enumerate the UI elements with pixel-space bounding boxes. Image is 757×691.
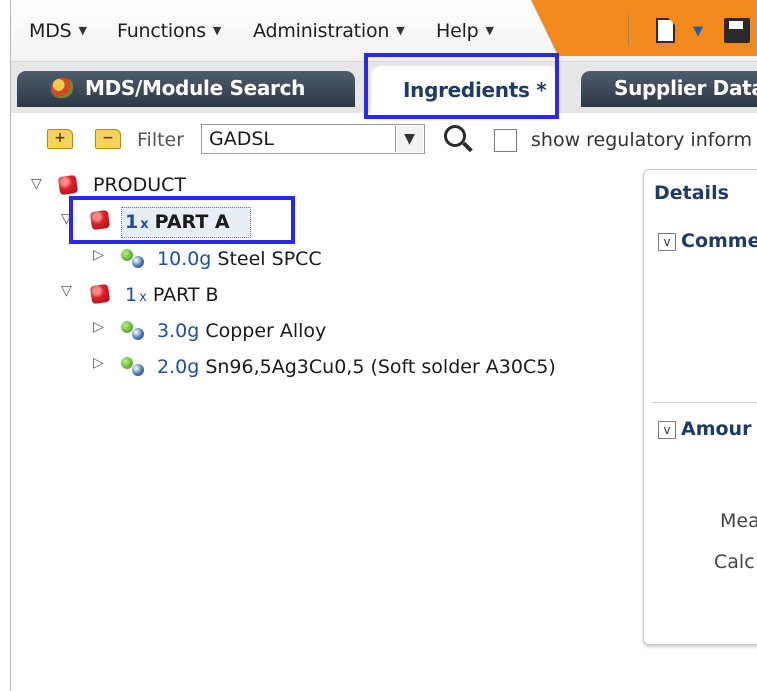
measured-weight-label: Mea xyxy=(720,510,757,532)
node-label: PART B xyxy=(152,284,219,306)
app-window: MDS ▼ Functions ▼ Administration ▼ Help ▼ ▼ … xyxy=(10,0,757,691)
expand-all-icon[interactable]: + xyxy=(47,129,73,149)
menu-administration[interactable]: Administration ▼ xyxy=(253,20,405,42)
new-dropdown-icon[interactable]: ▼ xyxy=(693,24,703,39)
section-divider xyxy=(652,402,757,403)
menu-functions[interactable]: Functions ▼ xyxy=(117,20,221,42)
chevron-down-icon: ▼ xyxy=(485,24,494,37)
details-title: Details xyxy=(654,182,729,204)
tab-label: MDS/Module Search xyxy=(85,76,306,100)
material-icon xyxy=(121,321,149,341)
material-icon xyxy=(121,249,149,269)
chevron-down-icon: ▼ xyxy=(212,24,222,37)
product-icon xyxy=(57,174,79,196)
section-comment[interactable]: v Comme xyxy=(658,230,757,252)
chevron-down-icon[interactable]: ▼ xyxy=(395,126,423,152)
section-amount[interactable]: v Amour xyxy=(658,418,751,440)
search-icon[interactable] xyxy=(444,125,466,147)
tree-node-part-b[interactable]: 1x PART B xyxy=(125,284,219,306)
chevron-down-icon: ▼ xyxy=(78,24,87,37)
quantity: 3.0g xyxy=(157,320,200,342)
quantity: 10.0g xyxy=(157,248,212,270)
highlight-box-part-a xyxy=(69,196,295,244)
show-regulatory-label: show regulatory inform xyxy=(531,129,753,151)
node-label: Copper Alloy xyxy=(205,320,327,342)
toolbar-separator xyxy=(628,14,629,46)
collapse-triangle-icon[interactable]: ▽ xyxy=(31,176,42,192)
part-icon xyxy=(89,283,111,305)
expand-triangle-icon[interactable]: ▷ xyxy=(93,247,104,263)
collapse-triangle-icon[interactable]: ▽ xyxy=(61,283,72,299)
tab-mds-module-search[interactable]: MDS/Module Search xyxy=(17,71,355,107)
tab-label: Supplier Data xyxy=(614,76,757,100)
chevron-down-icon[interactable]: v xyxy=(658,233,676,251)
tree-node-product[interactable]: PRODUCT xyxy=(93,174,186,196)
filter-value: GADSL xyxy=(209,128,274,150)
multiplier: 1x xyxy=(125,284,147,306)
filter-toolbar: + − Filter GADSL ▼ show regulatory infor… xyxy=(11,113,757,169)
node-label: Sn96,5Ag3Cu0,5 (Soft solder A30C5) xyxy=(205,356,556,378)
chevron-down-icon[interactable]: v xyxy=(658,421,676,439)
chevron-down-icon: ▼ xyxy=(396,24,405,37)
tab-supplier-data[interactable]: Supplier Data xyxy=(581,71,757,107)
filter-select[interactable]: GADSL ▼ xyxy=(201,124,425,154)
tree-node-copper-alloy[interactable]: 3.0g Copper Alloy xyxy=(157,320,326,342)
material-icon xyxy=(121,357,149,377)
highlight-box-ingredients-tab xyxy=(364,53,559,119)
calculated-weight-label: Calc xyxy=(714,551,755,573)
node-label: PRODUCT xyxy=(93,174,187,196)
tree-node-soft-solder[interactable]: 2.0g Sn96,5Ag3Cu0,5 (Soft solder A30C5) xyxy=(157,356,556,378)
menu-mds[interactable]: MDS ▼ xyxy=(29,20,87,42)
expand-triangle-icon[interactable]: ▷ xyxy=(93,319,104,335)
module-search-icon xyxy=(51,78,73,98)
node-label: Steel SPCC xyxy=(217,248,322,270)
collapse-all-icon[interactable]: − xyxy=(95,129,121,149)
ingredients-tree: ▽ PRODUCT ▽ 1x PART A ▷ 10.0g Steel SPCC… xyxy=(11,169,631,691)
save-icon[interactable] xyxy=(724,18,750,43)
tree-node-steel-spcc[interactable]: 10.0g Steel SPCC xyxy=(157,248,322,270)
details-panel: Details v Comme v Amour Mea Calc xyxy=(643,169,757,645)
expand-triangle-icon[interactable]: ▷ xyxy=(93,355,104,371)
menu-help[interactable]: Help ▼ xyxy=(436,20,494,42)
quantity: 2.0g xyxy=(157,356,200,378)
show-regulatory-checkbox[interactable] xyxy=(494,129,517,152)
filter-label: Filter xyxy=(137,129,185,151)
